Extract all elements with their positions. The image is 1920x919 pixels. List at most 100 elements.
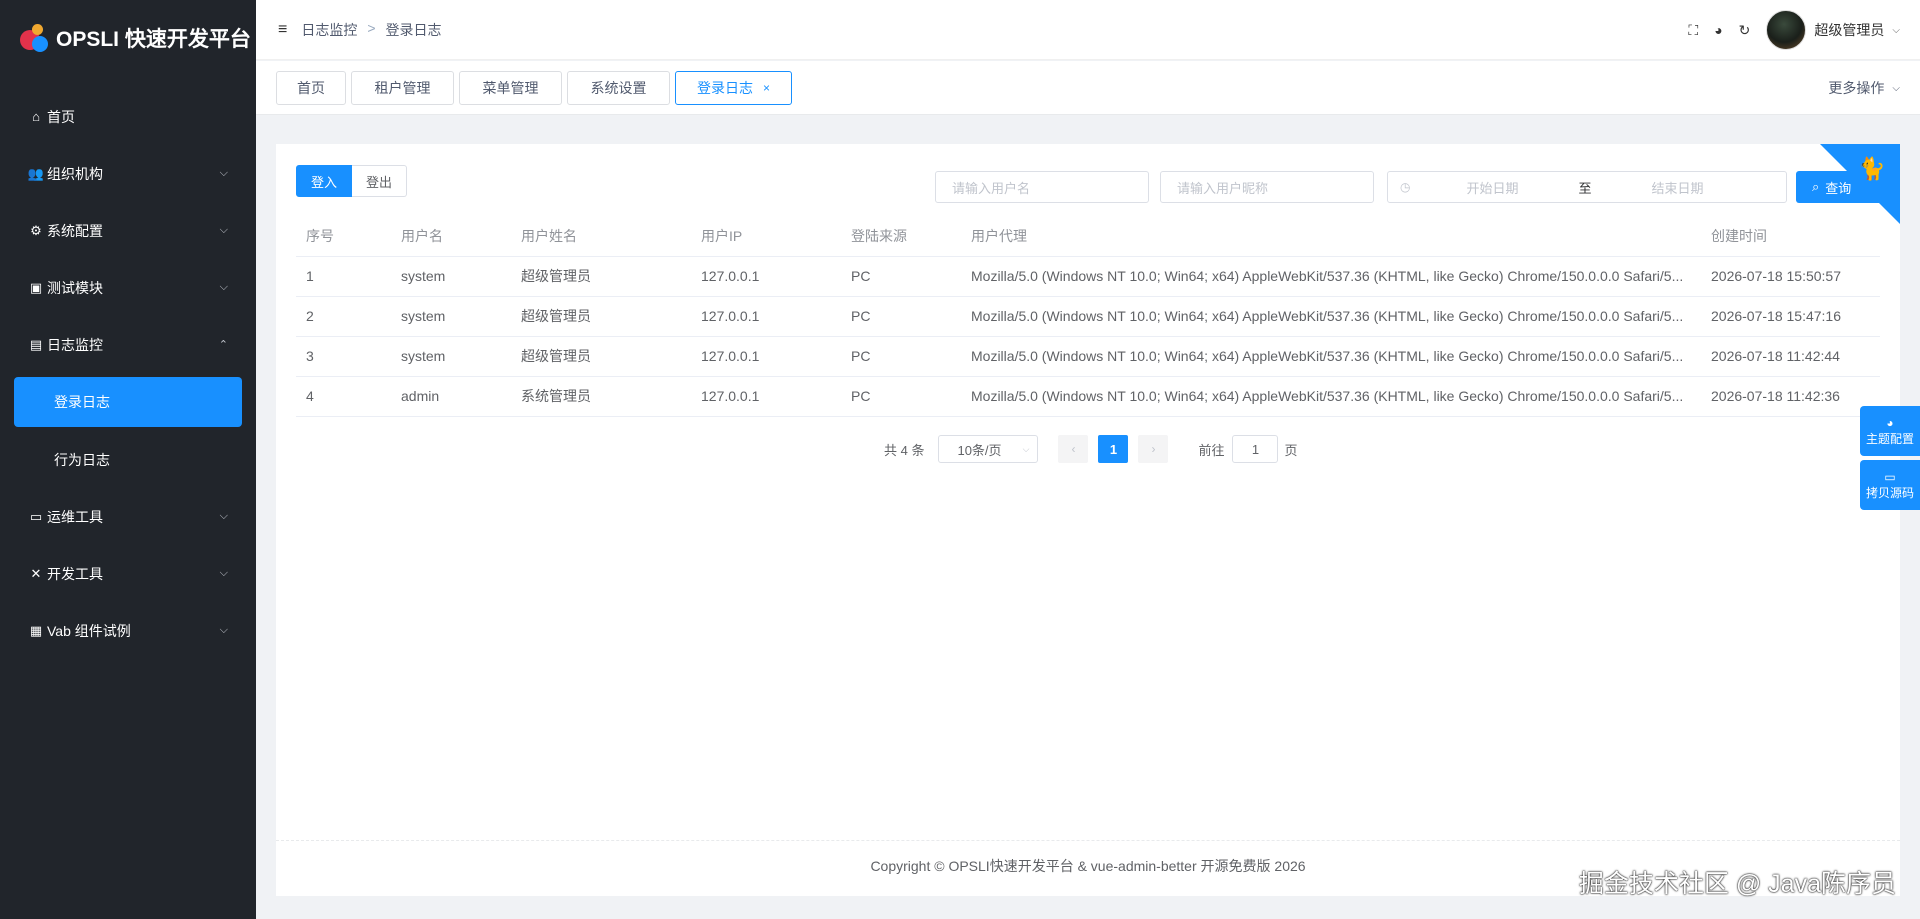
page-number-button[interactable]: 1 bbox=[1098, 435, 1129, 463]
sidebar-item-home[interactable]: ⌂ 首页 bbox=[0, 88, 256, 145]
breadcrumb-separator: > bbox=[367, 19, 376, 36]
goto-page-input[interactable]: 1 bbox=[1232, 435, 1279, 463]
main-card: 登入 登出 请输入用户名 请输入用户昵称 ◷ 开始日期 至 结束日期 ⌕ 查询 … bbox=[276, 144, 1900, 896]
page-size-value: 10条/页 bbox=[957, 442, 1002, 458]
avatar[interactable] bbox=[1766, 10, 1807, 50]
table-row[interactable]: 2 system 超级管理员 127.0.0.1 PC Mozilla/5.0 … bbox=[296, 296, 1880, 337]
monitor-icon: ▭ bbox=[29, 508, 43, 524]
search-icon: ⌕ bbox=[1812, 179, 1820, 194]
sidebar-item-test-module[interactable]: ▣ 测试模块 ⌵ bbox=[0, 259, 256, 316]
range-separator: 至 bbox=[1578, 180, 1592, 196]
footer-divider bbox=[276, 840, 1900, 841]
app-title: OPSLI 快速开发平台 bbox=[56, 28, 251, 51]
tab-login-log[interactable]: 登录日志 × bbox=[675, 71, 792, 105]
table-cell: Mozilla/5.0 (Windows NT 10.0; Win64; x64… bbox=[961, 376, 1701, 417]
table-cell: 超级管理员 bbox=[511, 256, 691, 297]
page-suffix: 页 bbox=[1284, 442, 1298, 458]
laptop-icon: ▭ bbox=[1884, 469, 1896, 484]
start-date-input[interactable]: 开始日期 bbox=[1466, 178, 1566, 197]
sidebar-item-system-config[interactable]: ⚙ 系统配置 ⌵ bbox=[0, 202, 256, 259]
tools-icon: ✕ bbox=[30, 565, 42, 581]
fullscreen-icon[interactable]: ⛶ bbox=[1688, 22, 1698, 39]
top-navbar: ≡ 日志监控 > 登录日志 ⛶ ◕ ↻ 超级管理员 ⌵ bbox=[256, 0, 1920, 60]
chevron-right-icon: › bbox=[1151, 442, 1156, 456]
table-cell: 2026-07-18 15:50:57 bbox=[1701, 256, 1880, 297]
sidebar-item-ops-tools[interactable]: ▭ 运维工具 ⌵ bbox=[0, 488, 256, 545]
palette-icon: ◕ bbox=[1886, 415, 1894, 430]
sidebar-menu: ⌂ 首页 👥 组织机构 ⌵ ⚙ 系统配置 ⌵ ▣ 测试模块 ⌵ ▤ 日志监控 ⌃… bbox=[0, 88, 256, 659]
sidebar-subitem-login-log[interactable]: 登录日志 bbox=[14, 377, 242, 427]
sidebar-item-log-monitor[interactable]: ▤ 日志监控 ⌃ bbox=[0, 316, 256, 373]
tab-home[interactable]: 首页 bbox=[276, 71, 346, 105]
users-icon: 👥 bbox=[27, 165, 45, 181]
login-type-toggle: 登入 登出 bbox=[296, 165, 408, 197]
table-cell: system bbox=[391, 296, 511, 337]
tab-menu[interactable]: 菜单管理 bbox=[459, 71, 562, 105]
watermark: 掘金技术社区 @ Java陈序员 bbox=[1578, 870, 1896, 898]
column-header: 用户代理 bbox=[961, 216, 1701, 257]
chevron-up-icon: ⌃ bbox=[218, 339, 228, 351]
sidebar-item-label: 首页 bbox=[47, 108, 75, 125]
menu-fold-icon[interactable]: ≡ bbox=[278, 21, 287, 39]
table-cell: system bbox=[391, 336, 511, 377]
sidebar-subitem-action-log[interactable]: 行为日志 bbox=[0, 431, 256, 488]
total-count: 共 4 条 bbox=[884, 442, 925, 458]
copy-source-label: 拷贝源码 bbox=[1865, 485, 1914, 500]
sidebar-item-dev-tools[interactable]: ✕ 开发工具 ⌵ bbox=[0, 545, 256, 602]
app-logo[interactable]: OPSLI 快速开发平台 bbox=[0, 0, 256, 76]
column-header: 创建时间 bbox=[1701, 216, 1880, 257]
tab-label: 租户管理 bbox=[374, 80, 431, 96]
page-size-select[interactable]: 10条/页 ⌵ bbox=[938, 435, 1039, 463]
column-header: 用户姓名 bbox=[511, 216, 691, 257]
table-cell: 2026-07-18 11:42:36 bbox=[1701, 376, 1880, 417]
prev-page-button[interactable]: ‹ bbox=[1058, 435, 1089, 463]
table-row[interactable]: 4 admin 系统管理员 127.0.0.1 PC Mozilla/5.0 (… bbox=[296, 376, 1880, 417]
more-operations-label: 更多操作 bbox=[1828, 80, 1885, 96]
close-icon[interactable]: × bbox=[763, 81, 770, 95]
login-button[interactable]: 登入 bbox=[296, 165, 353, 197]
tab-settings[interactable]: 系统设置 bbox=[567, 71, 670, 105]
theme-config-button[interactable]: ◕ 主题配置 bbox=[1860, 406, 1920, 456]
next-page-button[interactable]: › bbox=[1138, 435, 1169, 463]
nickname-input[interactable]: 请输入用户昵称 bbox=[1160, 171, 1374, 203]
box-icon: ▦ bbox=[29, 622, 43, 638]
table-cell: 2026-07-18 15:47:16 bbox=[1701, 296, 1880, 337]
home-icon: ⌂ bbox=[32, 109, 40, 124]
clock-icon: ◷ bbox=[1400, 180, 1411, 194]
table-row[interactable]: 1 system 超级管理员 127.0.0.1 PC Mozilla/5.0 … bbox=[296, 256, 1880, 297]
refresh-icon[interactable]: ↻ bbox=[1739, 22, 1751, 39]
column-header: 用户IP bbox=[691, 216, 841, 257]
username[interactable]: 超级管理员 bbox=[1814, 20, 1884, 40]
sidebar-item-organization[interactable]: 👥 组织机构 ⌵ bbox=[0, 145, 256, 202]
tab-tenant[interactable]: 租户管理 bbox=[351, 71, 454, 105]
breadcrumb-item[interactable]: 日志监控 bbox=[301, 20, 357, 40]
table-cell: PC bbox=[841, 336, 961, 377]
column-header: 序号 bbox=[296, 216, 391, 257]
theme-config-label: 主题配置 bbox=[1865, 431, 1914, 446]
end-date-input[interactable]: 结束日期 bbox=[1652, 178, 1704, 197]
login-log-table: 序号 用户名 用户姓名 用户IP 登陆来源 用户代理 创建时间 1 system… bbox=[296, 216, 1880, 417]
gear-icon: ⚙ bbox=[30, 222, 42, 238]
table-cell: PC bbox=[841, 256, 961, 297]
copy-source-button[interactable]: ▭ 拷贝源码 bbox=[1860, 460, 1920, 510]
octocat-icon[interactable]: 🐈 bbox=[1858, 156, 1888, 181]
file-icon: ▤ bbox=[29, 336, 43, 352]
palette-icon[interactable]: ◕ bbox=[1714, 22, 1722, 38]
chevron-down-icon: ⌵ bbox=[219, 567, 228, 579]
logout-button[interactable]: 登出 bbox=[352, 165, 408, 197]
date-range-picker[interactable]: ◷ 开始日期 至 结束日期 bbox=[1387, 171, 1787, 203]
sidebar-subitem-label: 登录日志 bbox=[54, 394, 110, 410]
sidebar-item-label: 测试模块 bbox=[47, 279, 103, 296]
table-cell: Mozilla/5.0 (Windows NT 10.0; Win64; x64… bbox=[961, 256, 1701, 297]
column-header: 登陆来源 bbox=[841, 216, 961, 257]
chevron-down-icon[interactable]: ⌵ bbox=[1892, 25, 1900, 36]
logo-icon bbox=[18, 22, 50, 54]
sidebar-item-vab-components[interactable]: ▦ Vab 组件试例 ⌵ bbox=[0, 602, 256, 659]
more-operations-dropdown[interactable]: 更多操作 ⌵ bbox=[1828, 61, 1900, 115]
table-row[interactable]: 3 system 超级管理员 127.0.0.1 PC Mozilla/5.0 … bbox=[296, 336, 1880, 377]
table-cell: 2026-07-18 11:42:44 bbox=[1701, 336, 1880, 377]
username-input[interactable]: 请输入用户名 bbox=[935, 171, 1149, 203]
table-cell: PC bbox=[841, 376, 961, 417]
tab-label: 首页 bbox=[297, 80, 325, 96]
table-cell: Mozilla/5.0 (Windows NT 10.0; Win64; x64… bbox=[961, 336, 1701, 377]
